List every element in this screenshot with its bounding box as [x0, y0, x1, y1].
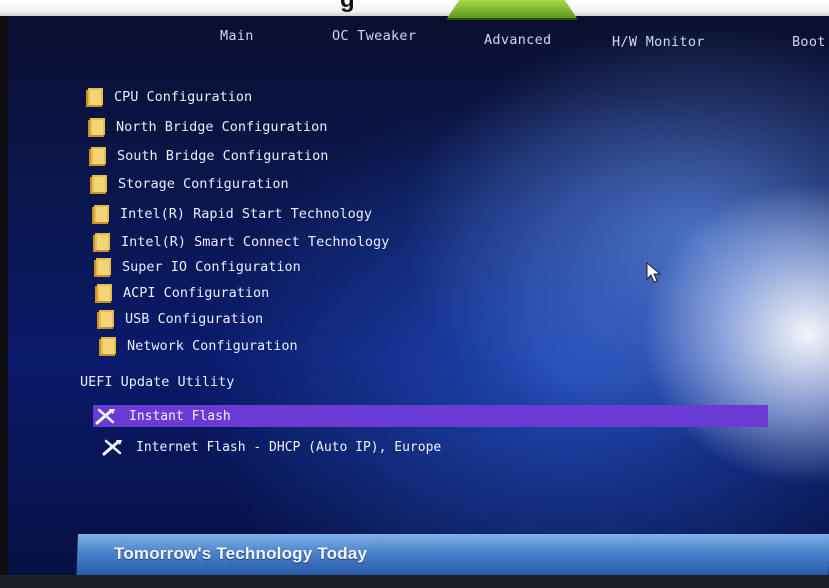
instant-flash-item[interactable]: Instant Flash — [93, 405, 768, 427]
menu-item-label: ACPI Configuration — [123, 285, 270, 301]
tab-oc-tweaker[interactable]: OC Tweaker — [332, 28, 416, 44]
folder-icon — [90, 174, 107, 194]
footer-slogan: Tomorrow's Technology Today — [114, 544, 368, 563]
instant-flash-label: Instant Flash — [129, 408, 231, 424]
tab-boot[interactable]: Boot — [792, 34, 826, 50]
menu-item-label: Network Configuration — [127, 338, 298, 354]
wrench-screwdriver-icon — [102, 439, 122, 456]
logo-badge — [446, 0, 578, 20]
menu-item-intel-smart-connect[interactable]: Intel(R) Smart Connect Technology — [93, 231, 389, 253]
menu-item-super-io-configuration[interactable]: Super IO Configuration — [94, 256, 301, 278]
menu-item-acpi-configuration[interactable]: ACPI Configuration — [95, 282, 269, 304]
menu-item-label: Super IO Configuration — [122, 259, 301, 275]
folder-icon — [99, 336, 116, 356]
monitor-bottom-edge — [0, 575, 829, 588]
menu-item-label: USB Configuration — [125, 311, 264, 327]
internet-flash-label: Internet Flash - DHCP (Auto IP), Europe — [136, 439, 442, 455]
menu-item-intel-rapid-start[interactable]: Intel(R) Rapid Start Technology — [92, 203, 372, 225]
uefi-update-utility-heading: UEFI Update Utility — [80, 374, 235, 390]
menu-item-network-configuration[interactable]: Network Configuration — [99, 335, 298, 357]
menu-item-south-bridge-configuration[interactable]: South Bridge Configuration — [89, 145, 328, 167]
folder-icon — [86, 87, 103, 107]
tab-advanced[interactable]: Advanced — [484, 32, 551, 48]
menu-item-label: CPU Configuration — [114, 89, 253, 105]
top-menu-bar: Main OC Tweaker Advanced H/W Monitor Boo… — [0, 28, 829, 58]
menu-item-cpu-configuration[interactable]: CPU Configuration — [86, 86, 252, 108]
wrench-screwdriver-icon — [95, 408, 115, 425]
folder-icon — [97, 309, 114, 329]
menu-item-north-bridge-configuration[interactable]: North Bridge Configuration — [88, 116, 327, 138]
folder-icon — [94, 257, 111, 277]
menu-item-storage-configuration[interactable]: Storage Configuration — [90, 173, 289, 195]
menu-item-label: North Bridge Configuration — [116, 119, 328, 135]
tab-hw-monitor[interactable]: H/W Monitor — [612, 34, 705, 50]
mouse-pointer-icon — [646, 262, 662, 283]
folder-icon — [89, 146, 106, 166]
folder-icon — [88, 117, 105, 137]
top-glare: g — [0, 0, 829, 16]
tab-main[interactable]: Main — [220, 28, 254, 44]
menu-item-label: Intel(R) Rapid Start Technology — [120, 206, 372, 222]
internet-flash-item[interactable]: Internet Flash - DHCP (Auto IP), Europe — [100, 436, 441, 458]
folder-icon — [95, 283, 112, 303]
folder-icon — [93, 232, 110, 252]
menu-item-label: Intel(R) Smart Connect Technology — [121, 234, 390, 250]
menu-item-usb-configuration[interactable]: USB Configuration — [97, 308, 263, 330]
folder-icon — [92, 204, 109, 224]
menu-item-label: South Bridge Configuration — [117, 148, 329, 164]
title-fragment: g — [340, 0, 430, 12]
menu-item-label: Storage Configuration — [118, 176, 289, 192]
